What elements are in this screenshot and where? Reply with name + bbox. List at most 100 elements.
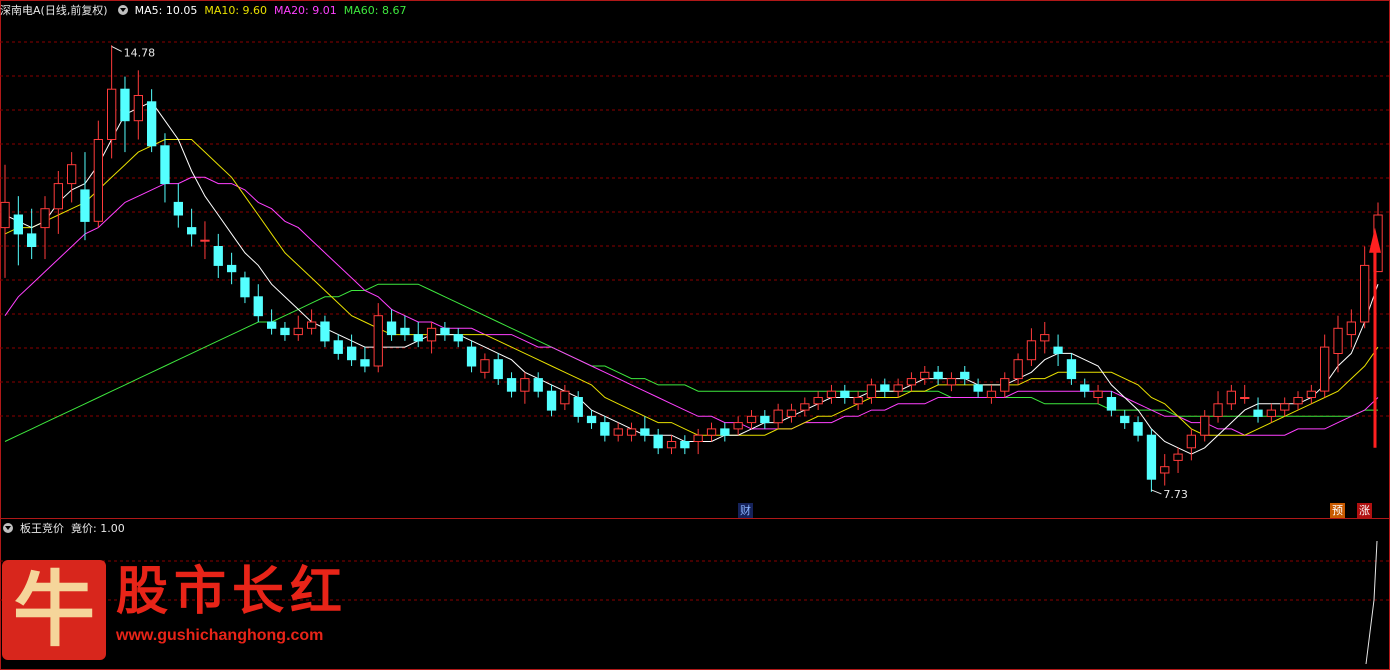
candle-up bbox=[1186, 434, 1196, 449]
candle-up bbox=[773, 409, 783, 424]
candle-down bbox=[880, 384, 890, 392]
candle-up bbox=[706, 428, 717, 436]
candle-down bbox=[80, 189, 90, 222]
candle-up bbox=[307, 321, 317, 329]
candle-down bbox=[213, 246, 223, 266]
main-chart-header: 深南电A(日线,前复权) MA5: 10.05 MA10: 9.60 MA20:… bbox=[0, 1, 406, 19]
candle-up bbox=[53, 183, 64, 210]
earnings-marker[interactable]: 财 bbox=[738, 503, 753, 518]
candle-up bbox=[1226, 390, 1236, 405]
candle-up bbox=[666, 441, 677, 449]
candle-down bbox=[653, 434, 663, 449]
candle-up bbox=[1000, 378, 1010, 392]
candle-up bbox=[67, 164, 77, 185]
candle-up bbox=[906, 378, 917, 386]
candle-up bbox=[866, 384, 877, 398]
candle-down bbox=[1080, 384, 1090, 392]
candle-down bbox=[280, 327, 290, 336]
candle-down bbox=[760, 415, 770, 424]
limit-up-marker[interactable]: 涨 bbox=[1357, 503, 1372, 518]
candle-down bbox=[173, 201, 183, 216]
candle-up bbox=[1013, 359, 1023, 380]
candle-up bbox=[693, 434, 703, 443]
candle-down bbox=[573, 397, 583, 417]
ma10-line bbox=[4, 139, 1379, 436]
candle-up bbox=[946, 378, 957, 386]
candle-down bbox=[253, 296, 263, 317]
candle-up bbox=[93, 139, 103, 222]
candle-up bbox=[1293, 397, 1303, 405]
dropdown-icon[interactable] bbox=[3, 523, 13, 533]
ma20-line bbox=[4, 176, 1379, 436]
candle-down bbox=[933, 371, 943, 380]
candle-up bbox=[200, 239, 210, 242]
ma10-value: MA10: 9.60 bbox=[204, 3, 268, 17]
candle-down bbox=[267, 321, 277, 329]
candle-up bbox=[800, 403, 810, 411]
candle-down bbox=[240, 277, 250, 298]
candle-down bbox=[960, 371, 970, 380]
candle-down bbox=[506, 378, 517, 392]
candle-up bbox=[613, 428, 623, 436]
candle-up bbox=[1093, 390, 1103, 399]
candle-up bbox=[1333, 327, 1343, 354]
candle-up bbox=[1360, 264, 1370, 323]
candle-up bbox=[40, 208, 50, 229]
candle-up bbox=[1320, 346, 1330, 392]
candle-up bbox=[893, 384, 903, 392]
dropdown-icon[interactable] bbox=[117, 5, 128, 15]
candle-up bbox=[426, 327, 437, 342]
candle-up bbox=[133, 95, 143, 122]
indicator-line bbox=[1365, 540, 1378, 665]
candle-down bbox=[227, 264, 237, 273]
logo-url: www.gushichanghong.com bbox=[116, 627, 324, 644]
candle-down bbox=[386, 321, 397, 336]
high-label: 14.78 bbox=[124, 46, 156, 59]
candle-up bbox=[626, 428, 637, 436]
low-pointer bbox=[1151, 489, 1162, 495]
candle-down bbox=[493, 359, 503, 380]
indicator-header: 板王竞价 竟价: 1.00 bbox=[0, 519, 125, 537]
candle-down bbox=[546, 390, 557, 411]
high-pointer bbox=[111, 45, 122, 52]
logo-title: 股市长红 bbox=[116, 561, 349, 622]
ma5-value: MA5: 10.05 bbox=[134, 3, 198, 17]
ma5-line bbox=[4, 101, 1379, 455]
candle-up bbox=[853, 397, 863, 405]
candle-down bbox=[720, 428, 730, 436]
candle-down bbox=[347, 346, 357, 361]
candle-down bbox=[1133, 422, 1143, 436]
candle-up bbox=[0, 201, 10, 229]
candle-up bbox=[520, 378, 530, 392]
candle-down bbox=[187, 227, 197, 235]
candle-up bbox=[1280, 403, 1290, 411]
candle-up bbox=[1040, 334, 1050, 342]
candle-down bbox=[413, 334, 423, 342]
candle-down bbox=[320, 321, 330, 342]
logo-icon: 牛 bbox=[12, 562, 95, 658]
candle-up bbox=[1160, 466, 1170, 474]
candle-down bbox=[13, 214, 23, 235]
candle-down bbox=[333, 340, 343, 354]
candle-down bbox=[680, 441, 690, 449]
indicator-name[interactable]: 板王竞价 bbox=[20, 520, 64, 536]
candle-down bbox=[1106, 397, 1117, 411]
candle-up bbox=[1026, 340, 1037, 361]
candle-up bbox=[480, 359, 490, 373]
candle-up bbox=[1173, 453, 1183, 461]
candle-down bbox=[27, 233, 37, 247]
candle-up bbox=[1346, 321, 1356, 336]
ma60-value: MA60: 8.67 bbox=[343, 3, 407, 17]
candle-up bbox=[1213, 403, 1223, 417]
candle-up bbox=[920, 371, 930, 380]
candle-up bbox=[107, 88, 117, 140]
candle-up bbox=[826, 390, 837, 399]
candle-down bbox=[147, 101, 157, 147]
candle-down bbox=[440, 327, 450, 336]
candle-up bbox=[373, 315, 383, 367]
candle-up bbox=[1200, 415, 1210, 436]
candle-up bbox=[293, 327, 303, 336]
stock-label[interactable]: 深南电A(日线,前复权) bbox=[0, 2, 108, 18]
candle-down bbox=[160, 145, 170, 185]
forecast-marker[interactable]: 预 bbox=[1330, 503, 1345, 518]
